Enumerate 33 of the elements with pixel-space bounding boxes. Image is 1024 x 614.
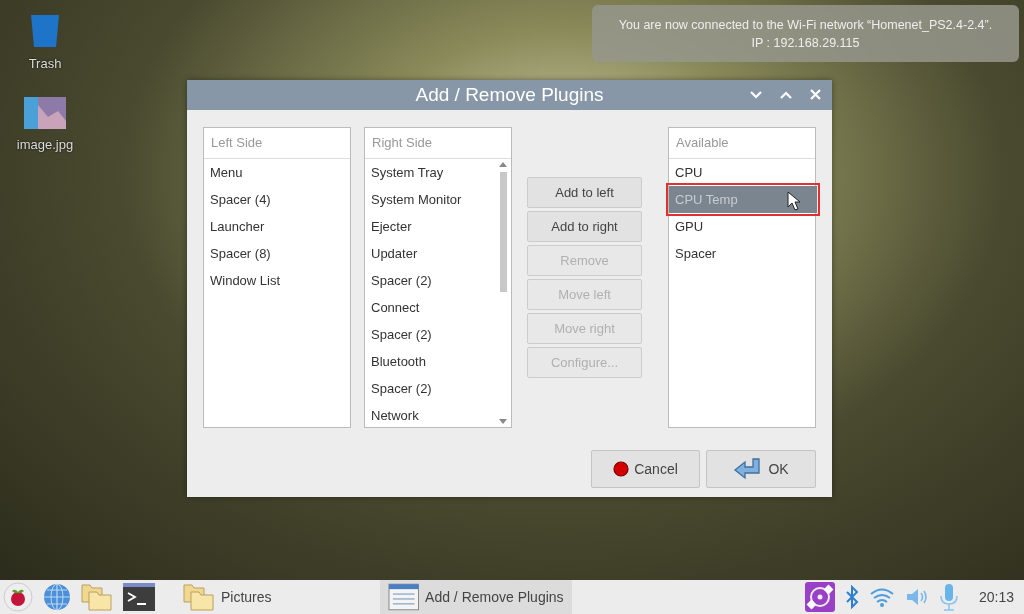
list-item[interactable]: GPU	[669, 213, 815, 240]
list-item[interactable]: Connect	[365, 294, 497, 321]
clock[interactable]: 20:13	[978, 589, 1014, 605]
list-item[interactable]: Spacer	[669, 240, 815, 267]
list-item[interactable]: Window List	[204, 267, 350, 294]
list-item[interactable]: System Monitor	[365, 186, 497, 213]
list-item[interactable]: Menu	[204, 159, 350, 186]
cancel-button[interactable]: Cancel	[591, 450, 700, 488]
list-item[interactable]: CPU	[669, 159, 815, 186]
taskbar-window-button[interactable]: Pictures	[175, 580, 280, 614]
column-header: Right Side	[365, 128, 511, 159]
list-item[interactable]: Spacer (2)	[365, 267, 497, 294]
notification-text: IP : 192.168.29.115	[751, 35, 860, 50]
list-item[interactable]: Spacer (4)	[204, 186, 350, 213]
list-item[interactable]: Network	[365, 402, 497, 429]
desktop-icon-label[interactable]: image.jpg	[16, 137, 74, 152]
list-item[interactable]: Spacer (8)	[204, 240, 350, 267]
list-item[interactable]: Spacer (2)	[365, 321, 497, 348]
action-button[interactable]: Add to left	[527, 177, 642, 208]
column-header: Available	[669, 128, 815, 159]
taskbar-window-button[interactable]: Add / Remove Plugins	[379, 580, 572, 614]
action-button[interactable]: Add to right	[527, 211, 642, 242]
list-item[interactable]: Updater	[365, 240, 497, 267]
notification-text: You are now connected to the Wi-Fi network “Homenet_PS2.4-2.4”.	[618, 17, 993, 32]
ok-button[interactable]: OK	[706, 450, 816, 488]
list-item[interactable]: Ejecter	[365, 213, 497, 240]
list-item[interactable]: System Tray	[365, 159, 497, 186]
window-title: Add / Remove Plugins	[415, 84, 604, 106]
desktop-icon-label[interactable]: Trash	[28, 56, 62, 71]
list-item[interactable]: Spacer (2)	[365, 375, 497, 402]
list-item[interactable]: Launcher	[204, 213, 350, 240]
column-header: Left Side	[204, 128, 350, 159]
list-item[interactable]: Bluetooth	[365, 348, 497, 375]
